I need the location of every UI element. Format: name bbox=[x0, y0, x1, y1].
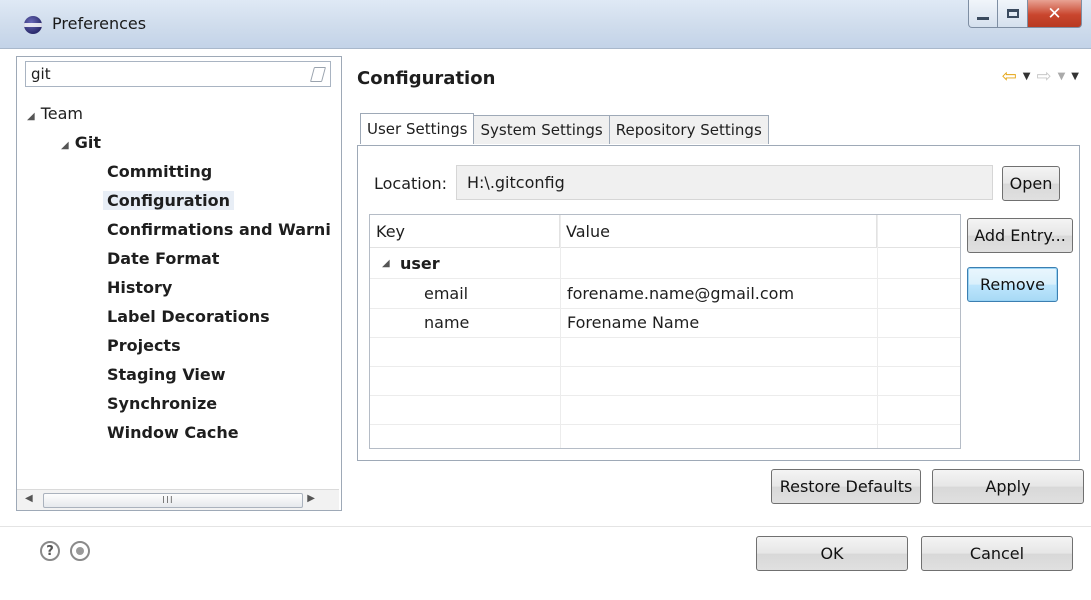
history-navigation: ⇦ ▼ ⇨ ▼ ▼ bbox=[1002, 66, 1079, 87]
title-bar: Preferences ✕ bbox=[0, 0, 1091, 49]
column-header-key[interactable]: Key bbox=[370, 215, 560, 248]
tree-item-window-cache[interactable]: Window Cache bbox=[107, 420, 239, 446]
scroll-thumb[interactable]: III bbox=[43, 493, 303, 508]
row-key: name bbox=[424, 313, 470, 332]
minimize-icon bbox=[977, 17, 989, 20]
record-icon[interactable] bbox=[70, 541, 90, 561]
location-label: Location: bbox=[374, 174, 448, 193]
ok-button[interactable]: OK bbox=[756, 536, 908, 571]
table-row-empty bbox=[370, 366, 960, 396]
expanded-triangle-icon[interactable]: ◢ bbox=[27, 111, 35, 122]
cancel-button[interactable]: Cancel bbox=[921, 536, 1073, 571]
maximize-icon bbox=[1006, 9, 1019, 18]
minimize-button[interactable] bbox=[968, 0, 998, 28]
selected-tree-label[interactable]: Configuration bbox=[103, 191, 235, 210]
filter-input[interactable]: git bbox=[25, 61, 331, 87]
group-key: user bbox=[400, 254, 440, 273]
tab-user-settings[interactable]: User Settings bbox=[360, 113, 475, 144]
tree-item-synchronize[interactable]: Synchronize bbox=[107, 391, 217, 417]
tree-item-staging-view[interactable]: Staging View bbox=[107, 362, 226, 388]
tree-item-label: Git bbox=[74, 133, 101, 152]
table-row-empty bbox=[370, 424, 960, 448]
open-button[interactable]: Open bbox=[1002, 166, 1060, 201]
eclipse-icon bbox=[24, 16, 42, 34]
scroll-right-icon[interactable]: ▶ bbox=[307, 493, 315, 504]
table-row-empty bbox=[370, 395, 960, 425]
expanded-triangle-icon[interactable]: ◢ bbox=[382, 249, 390, 278]
tree-item-configuration[interactable]: Configuration bbox=[103, 188, 235, 214]
tree-item-git[interactable]: ◢ Git bbox=[61, 130, 101, 156]
tree-item-projects[interactable]: Projects bbox=[107, 333, 181, 359]
tree-item-team[interactable]: ◢ Team bbox=[27, 101, 83, 127]
location-field: H:\.gitconfig bbox=[456, 165, 993, 200]
tree-item-confirmations[interactable]: Confirmations and Warni bbox=[107, 217, 331, 243]
clear-filter-icon[interactable] bbox=[309, 67, 327, 82]
tree-item-committing[interactable]: Committing bbox=[107, 159, 212, 185]
tab-repository-settings[interactable]: Repository Settings bbox=[608, 115, 769, 144]
horizontal-scrollbar[interactable]: ◀ III ▶ bbox=[17, 489, 339, 510]
view-menu-icon[interactable]: ▼ bbox=[1071, 71, 1079, 82]
close-icon: ✕ bbox=[1047, 3, 1062, 24]
table-row-empty bbox=[370, 337, 960, 367]
preferences-tree-panel: git ◢ Team ◢ Git Committing Configuration … bbox=[16, 56, 342, 511]
column-header-value[interactable]: Value bbox=[560, 215, 877, 248]
tree-item-history[interactable]: History bbox=[107, 275, 172, 301]
footer-divider bbox=[0, 526, 1091, 527]
location-value: H:\.gitconfig bbox=[467, 173, 565, 192]
close-button[interactable]: ✕ bbox=[1028, 0, 1082, 28]
row-key: email bbox=[424, 284, 469, 303]
table-row[interactable]: email forename.name@gmail.com bbox=[370, 279, 960, 309]
row-value[interactable]: Forename Name bbox=[567, 308, 699, 337]
column-header-empty bbox=[877, 215, 960, 248]
back-dropdown-icon[interactable]: ▼ bbox=[1023, 71, 1031, 82]
expanded-triangle-icon[interactable]: ◢ bbox=[61, 140, 69, 151]
row-value[interactable]: forename.name@gmail.com bbox=[567, 279, 794, 308]
tab-system-settings[interactable]: System Settings bbox=[473, 115, 610, 144]
page-title: Configuration bbox=[357, 68, 496, 89]
apply-button[interactable]: Apply bbox=[932, 469, 1084, 504]
restore-defaults-button[interactable]: Restore Defaults bbox=[771, 469, 921, 504]
back-arrow-icon[interactable]: ⇦ bbox=[1002, 66, 1017, 87]
help-icon[interactable]: ? bbox=[40, 541, 60, 561]
window-title: Preferences bbox=[52, 14, 147, 33]
config-table: Key Value ◢ user email forename.name@gma… bbox=[369, 214, 961, 449]
maximize-button[interactable] bbox=[998, 0, 1028, 28]
settings-tabs: User Settings System Settings Repository… bbox=[360, 113, 769, 146]
table-row[interactable]: name Forename Name bbox=[370, 308, 960, 338]
table-row-group[interactable]: ◢ user bbox=[370, 249, 960, 279]
tree-item-label: Team bbox=[40, 104, 83, 123]
forward-dropdown-icon[interactable]: ▼ bbox=[1058, 71, 1066, 82]
tree-item-date-format[interactable]: Date Format bbox=[107, 246, 219, 272]
forward-arrow-icon[interactable]: ⇨ bbox=[1037, 66, 1052, 87]
add-entry-button[interactable]: Add Entry... bbox=[967, 218, 1073, 253]
window-controls: ✕ bbox=[968, 0, 1082, 30]
remove-button[interactable]: Remove bbox=[967, 267, 1058, 302]
tree-item-label-decorations[interactable]: Label Decorations bbox=[107, 304, 270, 330]
grip-icon: III bbox=[162, 495, 174, 506]
filter-text[interactable]: git bbox=[31, 65, 51, 83]
scroll-left-icon[interactable]: ◀ bbox=[25, 493, 33, 504]
